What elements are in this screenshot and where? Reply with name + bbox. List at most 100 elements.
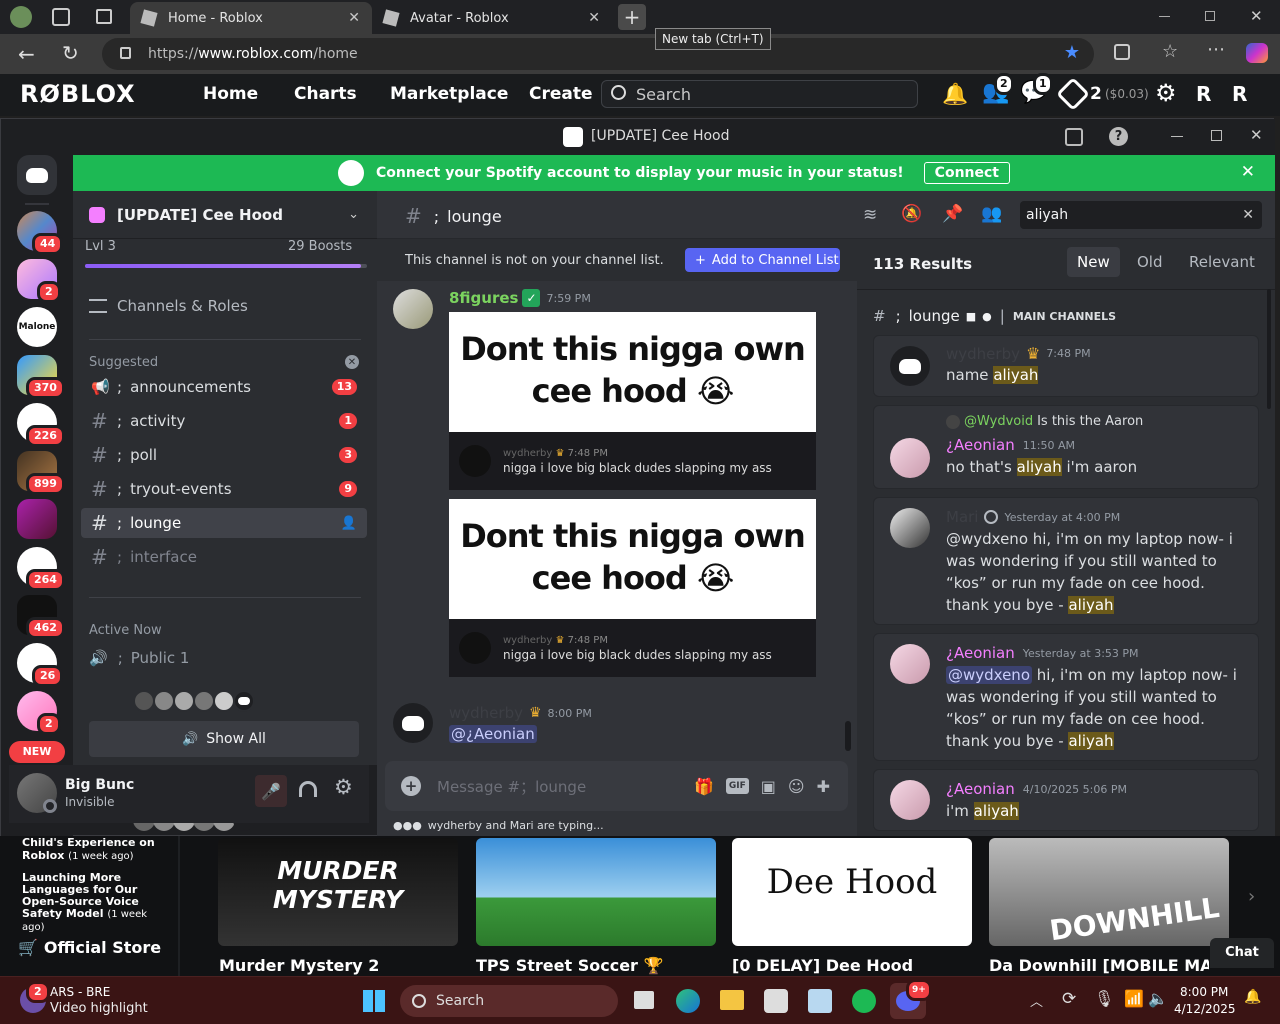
voice-avatar[interactable] <box>133 690 155 712</box>
volume-icon[interactable]: 🔈 <box>1148 989 1168 1008</box>
game-thumbnail-dee-hood[interactable]: Dee Hood <box>732 838 972 946</box>
voice-channel-public-1[interactable]: 🔊 ; Public 1 <box>89 649 189 667</box>
message-mention[interactable]: @¿Aeonian <box>449 725 537 743</box>
sort-new-tab[interactable]: New <box>1067 247 1120 277</box>
channel-interface[interactable]: # ; interface <box>81 542 367 572</box>
reply-reference[interactable]: @Wydvoid Is this the Aaron <box>946 414 1143 429</box>
new-servers-pill[interactable]: NEW <box>9 741 65 763</box>
official-store-link[interactable]: 🛒 Official Store <box>18 938 161 957</box>
nav-marketplace[interactable]: Marketplace <box>390 84 508 104</box>
server-header[interactable]: [UPDATE] Cee Hood ⌄ <box>73 191 377 239</box>
add-to-channel-list-button[interactable]: + Add to Channel List <box>685 248 840 272</box>
server-icon-malone[interactable]: Malone <box>17 307 57 347</box>
extension-r2-icon[interactable]: R <box>1232 82 1256 106</box>
close-window-icon[interactable]: ✕ <box>1250 7 1263 25</box>
game-title[interactable]: Da Downhill [MOBILE MACRO] <box>989 956 1209 975</box>
search-result[interactable]: Mari Yesterday at 4:00 PM @wydxeno hi, i… <box>873 497 1259 625</box>
clock-date[interactable]: 4/12/2025 <box>1174 1002 1236 1016</box>
author-avatar[interactable] <box>890 644 930 684</box>
result-channel-header[interactable]: # ; lounge ■ ● | MAIN CHANNELS <box>873 307 1116 325</box>
voice-avatar[interactable] <box>173 690 195 712</box>
sort-old-tab[interactable]: Old <box>1137 253 1163 271</box>
search-result[interactable]: @Wydvoid Is this the Aaron ¿Aeonian 11:5… <box>873 405 1259 489</box>
sticker-icon[interactable]: ▣ <box>761 777 776 796</box>
favorites-icon[interactable]: ☆ <box>1162 41 1178 62</box>
voice-avatar[interactable] <box>153 690 175 712</box>
news-item[interactable]: Launching More Languages for Our Open-So… <box>22 872 172 934</box>
profile-avatar[interactable] <box>10 6 32 28</box>
new-tab-button[interactable]: + <box>618 4 646 30</box>
tab-home-roblox[interactable]: Home - Roblox ✕ <box>130 2 372 34</box>
help-icon[interactable]: ? <box>1109 127 1128 146</box>
channel-activity[interactable]: # ; activity 1 <box>81 406 367 436</box>
user-name[interactable]: Big Bunc <box>65 777 134 793</box>
message-author[interactable]: wydherby <box>449 704 523 722</box>
author-avatar[interactable] <box>393 703 433 743</box>
game-title[interactable]: Murder Mystery 2 <box>219 956 379 975</box>
game-title[interactable]: TPS Street Soccer 🏆 <box>476 956 663 975</box>
threads-icon[interactable]: ≋ <box>863 205 877 225</box>
tab-avatar-roblox[interactable]: Avatar - Roblox ✕ <box>372 2 612 34</box>
user-settings-gear-icon[interactable]: ⚙ <box>334 775 353 799</box>
clear-search-icon[interactable]: ✕ <box>1242 207 1254 223</box>
discord-home-button[interactable] <box>17 155 57 195</box>
show-hidden-icons-chevron[interactable]: ︿ <box>1030 991 1043 1010</box>
channel-tryout-events[interactable]: # ; tryout-events 9 <box>81 474 367 504</box>
back-icon[interactable]: ← <box>18 42 35 66</box>
author-avatar[interactable] <box>393 289 433 329</box>
wifi-icon[interactable]: 📶 <box>1124 989 1144 1008</box>
search-result[interactable]: wydherby ♛ 7:48 PM name aliyah <box>873 335 1259 397</box>
channel-poll[interactable]: # ; poll 3 <box>81 440 367 470</box>
edge-browser-icon[interactable] <box>676 989 700 1013</box>
roblox-app-icon[interactable] <box>764 989 788 1013</box>
sort-relevant-tab[interactable]: Relevant <box>1189 253 1255 271</box>
news-item[interactable]: Child's Experience on Roblox (1 week ago… <box>22 836 172 863</box>
copilot-icon[interactable] <box>1246 43 1268 63</box>
channel-lounge[interactable]: # ; lounge 👤 <box>81 508 367 538</box>
show-all-button[interactable]: 🔊 Show All <box>89 721 359 757</box>
inbox-icon[interactable] <box>1065 128 1083 146</box>
channel-announcements[interactable]: 📢 ; announcements 13 <box>81 372 367 402</box>
notifications-muted-icon[interactable]: 🔕 <box>901 204 922 224</box>
server-icon-7[interactable] <box>17 499 57 539</box>
add-member-icon[interactable]: 👤 <box>341 516 357 531</box>
search-result[interactable]: ¿Aeonian 4/10/2025 5:06 PM i'm aliyah <box>873 769 1259 831</box>
game-thumbnail-da-downhill[interactable]: DOWNHILL <box>989 838 1229 946</box>
task-view-icon[interactable] <box>634 991 654 1009</box>
voice-avatar[interactable] <box>213 690 235 712</box>
nav-create[interactable]: Create <box>529 84 593 104</box>
close-tab-icon[interactable]: ✕ <box>348 10 360 26</box>
server-boosts[interactable]: 29 Boosts <box>288 239 352 254</box>
member-list-icon[interactable]: 👥 <box>981 204 1002 224</box>
author-avatar[interactable] <box>890 780 930 820</box>
mute-mic-icon[interactable]: 🎤 <box>255 775 287 807</box>
clock-time[interactable]: 8:00 PM <box>1180 985 1228 999</box>
game-title[interactable]: [0 DELAY] Dee Hood <box>732 956 913 975</box>
message-input[interactable]: + Message #；lounge 🎁 GIF ▣ ☺ ✚ <box>385 761 848 811</box>
author-avatar[interactable] <box>890 346 930 386</box>
refresh-icon[interactable]: ↻ <box>62 41 79 65</box>
discord-maximize-icon[interactable] <box>1211 130 1222 141</box>
discord-minimize-icon[interactable] <box>1171 136 1183 137</box>
windows-start-icon[interactable] <box>363 990 385 1012</box>
result-mention[interactable]: @wydxeno <box>946 666 1032 684</box>
meme-image[interactable]: Dont this nigga own cee hood 😭 wydherby … <box>449 499 816 677</box>
spotify-app-icon[interactable] <box>852 989 876 1013</box>
add-attachment-icon[interactable]: + <box>401 776 421 796</box>
restore-window-icon[interactable] <box>1205 11 1215 21</box>
search-result[interactable]: ¿Aeonian Yesterday at 3:53 PM @wydxeno h… <box>873 633 1259 761</box>
message-author[interactable]: 8figures <box>449 289 518 307</box>
file-explorer-icon[interactable] <box>720 990 744 1010</box>
channels-roles-link[interactable]: Channels & Roles <box>89 297 248 315</box>
roblox-search-input[interactable]: Search <box>601 80 918 108</box>
game-thumbnail-tps-soccer[interactable] <box>476 838 716 946</box>
spotify-connect-button[interactable]: Connect <box>923 162 1010 184</box>
more-menu-icon[interactable]: ⋯ <box>1207 39 1225 60</box>
game-thumbnail-murder-mystery[interactable]: MURDER MYSTERY <box>218 838 458 946</box>
headphones-icon[interactable] <box>299 781 317 797</box>
roblox-logo[interactable]: RØBLOX <box>20 80 136 108</box>
minimize-window-icon[interactable] <box>1159 16 1170 17</box>
workspaces-icon[interactable] <box>52 8 70 26</box>
roblox-chat-button[interactable]: Chat <box>1210 938 1274 968</box>
address-bar[interactable]: https://www.roblox.com/home ★ <box>102 38 1094 70</box>
